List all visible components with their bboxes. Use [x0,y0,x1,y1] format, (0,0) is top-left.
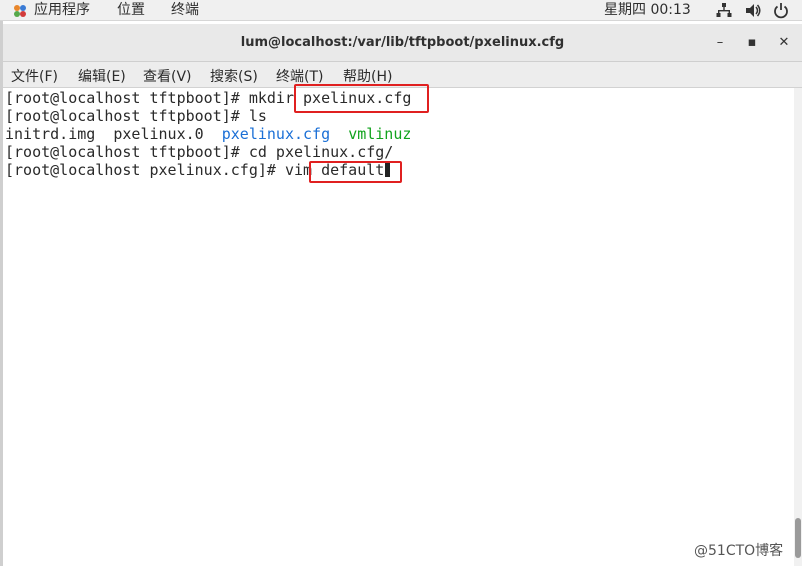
applications-menu[interactable]: 应用程序 [34,1,90,19]
menu-view[interactable]: 查看(V) [143,66,192,86]
menu-file[interactable]: 文件(F) [11,66,58,86]
maximize-button[interactable]: ▪ [741,32,763,54]
menu-help[interactable]: 帮助(H) [343,66,392,86]
power-icon[interactable] [772,2,790,19]
clock[interactable]: 星期四 00:13 [604,1,691,19]
menu-edit[interactable]: 编辑(E) [78,66,126,86]
terminal-output[interactable]: [root@localhost tftpboot]# mkdir pxelinu… [3,84,794,566]
highlight-box-pxelinux-cfg [294,84,429,113]
terminal-app-menu[interactable]: 终端 [171,1,199,19]
scrollbar-thumb[interactable] [795,518,801,558]
directory-entry: pxelinux.cfg [221,125,331,143]
window-title: lum@localhost:/var/lib/tftpboot/pxelinux… [240,35,565,50]
watermark: @51CTO博客 [694,543,784,559]
highlight-box-default [309,161,402,183]
window-titlebar[interactable]: lum@localhost:/var/lib/tftpboot/pxelinux… [3,24,802,62]
separator [330,125,348,143]
menu-terminal[interactable]: 终端(T) [276,66,323,86]
close-button[interactable]: ✕ [773,32,795,54]
network-icon[interactable] [715,2,733,19]
file-entry: initrd.img pxelinux.0 [5,125,222,143]
applications-icon[interactable] [12,3,28,19]
terminal-line: [root@localhost tftpboot]# ls [5,107,267,125]
minimize-button[interactable]: – [709,32,731,54]
terminal-scrollbar[interactable] [794,88,802,566]
top-panel: 应用程序 位置 终端 星期四 00:13 [0,0,802,21]
volume-icon[interactable] [744,2,762,19]
places-menu[interactable]: 位置 [117,1,145,19]
executable-entry: vmlinuz [348,125,412,143]
terminal-line-ls-output: initrd.img pxelinux.0 pxelinux.cfg vmlin… [5,125,411,143]
terminal-line: [root@localhost tftpboot]# cd pxelinux.c… [5,143,394,161]
menu-search[interactable]: 搜索(S) [210,66,258,86]
